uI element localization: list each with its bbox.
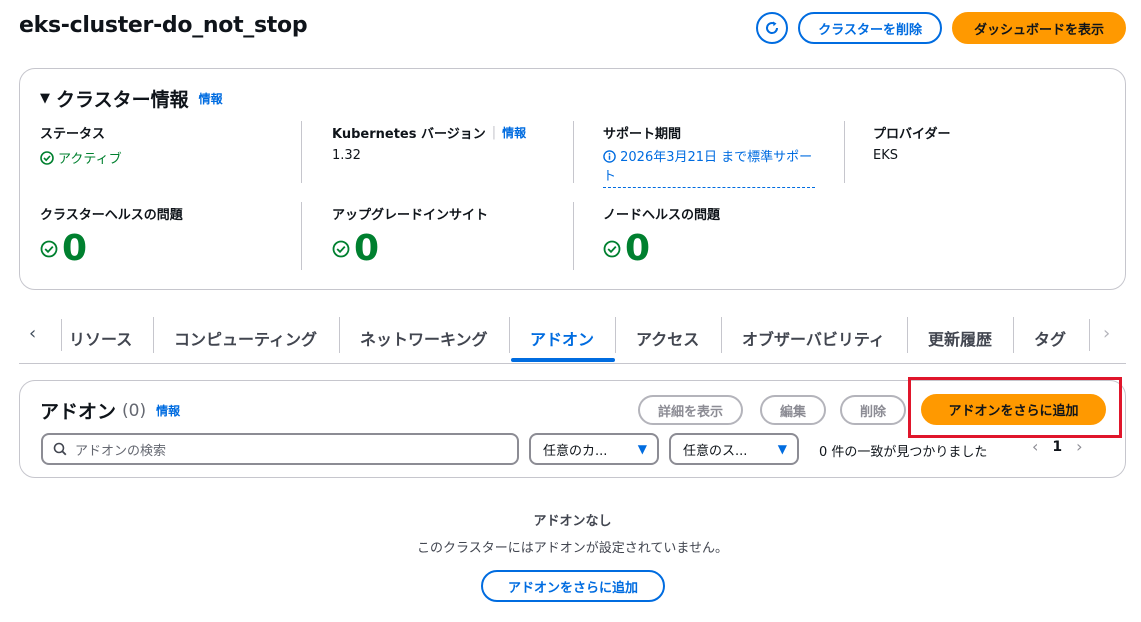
cluster-info-card: ▼ クラスター情報 情報 ステータス アクティブ Kubernetes バージョ… [19, 68, 1126, 290]
tab-divider [615, 317, 616, 353]
tab-resources[interactable]: リソース [69, 313, 132, 363]
header-actions: クラスターを削除 ダッシュボードを表示 [756, 12, 1126, 44]
info-circle-icon [603, 150, 616, 163]
status-filter-value: 任意のス... [683, 443, 748, 459]
tab-update-history[interactable]: 更新履歴 [928, 313, 992, 363]
active-tab-indicator [511, 358, 615, 362]
status-value: アクティブ [40, 148, 122, 167]
cluster-health-value[interactable]: 0 [62, 229, 87, 269]
category-filter-select[interactable]: 任意のカ... ▼ [529, 433, 659, 465]
tab-divider [1089, 319, 1090, 351]
chevron-right-icon[interactable]: › [1076, 437, 1082, 456]
addons-title: アドオン [40, 401, 117, 423]
search-icon [53, 442, 67, 456]
empty-state-title: アドオンなし [533, 514, 612, 529]
category-filter-value: 任意のカ... [543, 443, 608, 459]
empty-state-description: このクラスターにはアドオンが設定されていません。 [417, 541, 728, 556]
divider [844, 121, 845, 183]
refresh-icon [766, 21, 779, 34]
addons-header: アドオン (0) 情報 [40, 397, 180, 424]
addons-count: (0) [122, 400, 147, 421]
status-value-text: アクティブ [58, 152, 122, 167]
page-title: eks-cluster-do_not_stop [19, 13, 308, 38]
page-number[interactable]: 1 [1052, 439, 1062, 455]
tab-bar: ‹ リソース コンピューティング ネットワーキング アドオン アクセス オブザー… [19, 313, 1126, 364]
tab-divider [153, 317, 154, 353]
node-health-count: 0 [603, 229, 720, 269]
delete-button[interactable]: 削除 [840, 395, 907, 425]
check-circle-icon [332, 240, 350, 258]
tab-networking[interactable]: ネットワーキング [360, 313, 488, 363]
add-more-addons-button[interactable]: アドオンをさらに追加 [921, 394, 1106, 425]
refresh-button[interactable] [756, 12, 789, 44]
addons-info-link[interactable]: 情報 [156, 402, 180, 419]
upgrade-insights-label: アップグレードインサイト [332, 208, 489, 223]
cluster-health-field: クラスターヘルスの問題 0 [40, 204, 183, 269]
cluster-health-label: クラスターヘルスの問題 [40, 208, 183, 223]
tab-divider [907, 317, 908, 353]
node-health-value[interactable]: 0 [625, 229, 650, 269]
status-label: ステータス [40, 127, 106, 142]
k8s-version-label: Kubernetes バージョン [332, 127, 486, 142]
chevron-right-icon[interactable]: › [1103, 323, 1110, 344]
upgrade-insights-field: アップグレードインサイト 0 [332, 204, 488, 269]
provider-label: プロバイダー [873, 127, 951, 142]
cluster-info-header[interactable]: ▼ クラスター情報 情報 [40, 85, 223, 112]
caret-down-icon: ▼ [777, 442, 787, 456]
k8s-version-field: Kubernetes バージョン | 情報 1.32 [332, 123, 526, 163]
match-count-text: 0 件の一致が見つかりました [819, 445, 988, 460]
status-filter-select[interactable]: 任意のス... ▼ [669, 433, 799, 465]
edit-button[interactable]: 編集 [760, 395, 827, 425]
caret-down-icon: ▼ [637, 442, 647, 456]
k8s-version-info-link[interactable]: 情報 [502, 124, 526, 141]
support-period-text: 2026年3月21日 まで標準サポート [603, 150, 813, 184]
cluster-health-count: 0 [40, 229, 183, 269]
chevron-left-icon[interactable]: ‹ [29, 323, 36, 344]
tab-divider [339, 317, 340, 353]
support-period-label: サポート期間 [603, 127, 682, 142]
caret-down-icon[interactable]: ▼ [40, 91, 50, 106]
check-circle-icon [40, 240, 58, 258]
chevron-left-icon[interactable]: ‹ [1032, 437, 1038, 456]
upgrade-insights-count: 0 [332, 229, 488, 269]
empty-state: アドオンなし このクラスターにはアドオンが設定されていません。 アドオンをさらに… [19, 510, 1126, 602]
search-placeholder: アドオンの検索 [75, 443, 167, 459]
tab-divider [61, 319, 62, 351]
pagination: ‹ 1 › [1032, 437, 1083, 456]
k8s-version-value: 1.32 [332, 148, 361, 163]
divider [301, 202, 302, 270]
tab-observability[interactable]: オブザーバビリティ [742, 313, 885, 363]
delete-cluster-button[interactable]: クラスターを削除 [798, 12, 942, 44]
tab-addons[interactable]: アドオン [530, 313, 594, 363]
view-details-button[interactable]: 詳細を表示 [638, 395, 744, 425]
addons-panel: アドオン (0) 情報 詳細を表示 編集 削除 アドオンをさらに追加 アドオンの… [19, 377, 1126, 478]
status-field: ステータス アクティブ [40, 123, 122, 167]
empty-add-addons-button[interactable]: アドオンをさらに追加 [481, 570, 665, 602]
search-input[interactable]: アドオンの検索 [41, 433, 519, 465]
support-period-value[interactable]: 2026年3月21日 まで標準サポート [603, 148, 815, 188]
divider [573, 202, 574, 270]
tab-divider [1013, 317, 1014, 353]
cluster-info-title: クラスター情報 [56, 89, 189, 111]
support-period-field: サポート期間 2026年3月21日 まで標準サポート [603, 123, 815, 188]
provider-field: プロバイダー EKS [873, 123, 950, 163]
view-dashboard-button[interactable]: ダッシュボードを表示 [951, 12, 1126, 44]
check-circle-icon [40, 150, 54, 165]
divider [301, 121, 302, 183]
divider [573, 121, 574, 183]
tab-compute[interactable]: コンピューティング [174, 313, 317, 363]
check-circle-icon [603, 240, 621, 258]
k8s-version-label-row: Kubernetes バージョン | 情報 [332, 123, 526, 142]
cluster-info-info-link[interactable]: 情報 [199, 90, 223, 107]
tab-tags[interactable]: タグ [1034, 313, 1066, 363]
node-health-label: ノードヘルスの問題 [603, 208, 721, 223]
label-divider: | [491, 125, 497, 140]
node-health-field: ノードヘルスの問題 0 [603, 204, 720, 269]
tab-divider [721, 317, 722, 353]
tab-access[interactable]: アクセス [636, 313, 699, 363]
upgrade-insights-value[interactable]: 0 [354, 229, 379, 269]
tab-divider [509, 317, 510, 353]
provider-value: EKS [873, 148, 898, 163]
